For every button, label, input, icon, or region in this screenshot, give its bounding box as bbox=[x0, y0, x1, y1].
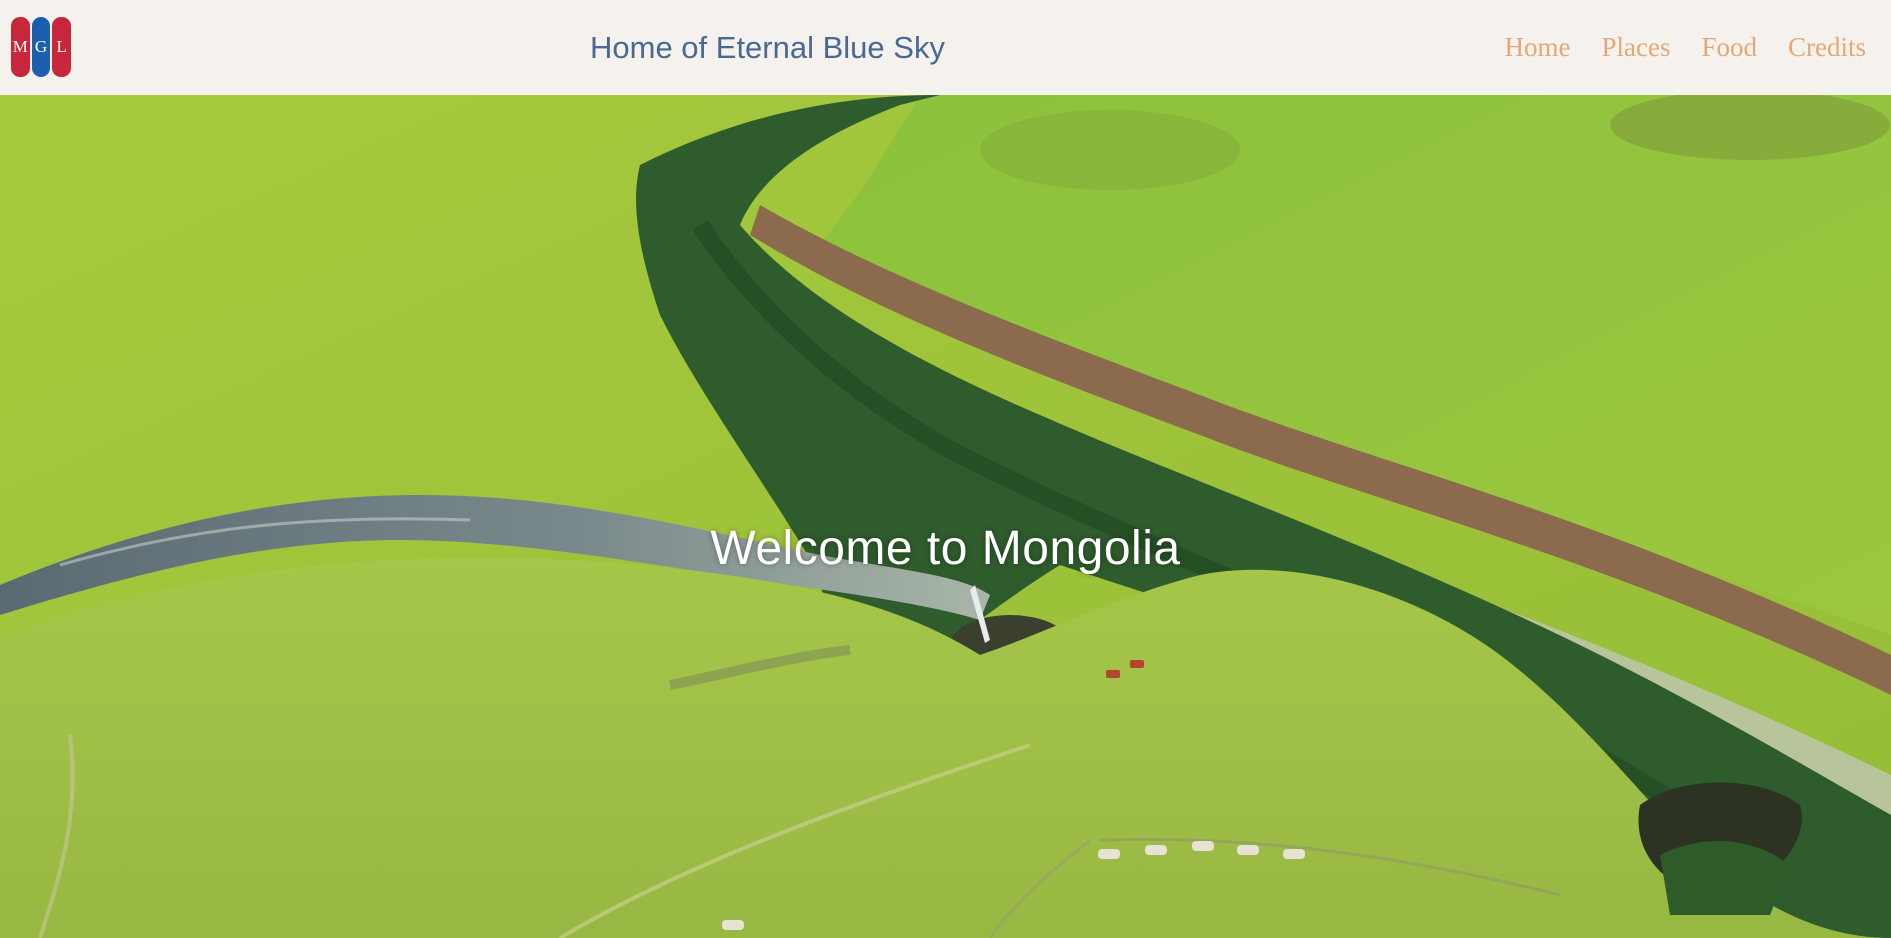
site-title: Home of Eternal Blue Sky bbox=[590, 30, 945, 65]
logo-letter-m: M bbox=[11, 17, 30, 77]
hero-background-image bbox=[0, 95, 1891, 938]
site-header: M G L Home of Eternal Blue Sky Home Plac… bbox=[0, 0, 1891, 95]
logo-letter-g: G bbox=[31, 17, 51, 77]
site-logo[interactable]: M G L bbox=[11, 17, 72, 77]
nav-link-places[interactable]: Places bbox=[1601, 32, 1670, 63]
hero-heading: Welcome to Mongolia bbox=[710, 522, 1181, 575]
nav-link-food[interactable]: Food bbox=[1701, 32, 1757, 63]
hero-section: Welcome to Mongolia bbox=[0, 95, 1891, 938]
nav-link-home[interactable]: Home bbox=[1505, 32, 1571, 63]
nav-link-credits[interactable]: Credits bbox=[1788, 32, 1866, 63]
main-nav: Home Places Food Credits bbox=[1505, 32, 1867, 63]
logo-letter-l: L bbox=[52, 17, 72, 77]
